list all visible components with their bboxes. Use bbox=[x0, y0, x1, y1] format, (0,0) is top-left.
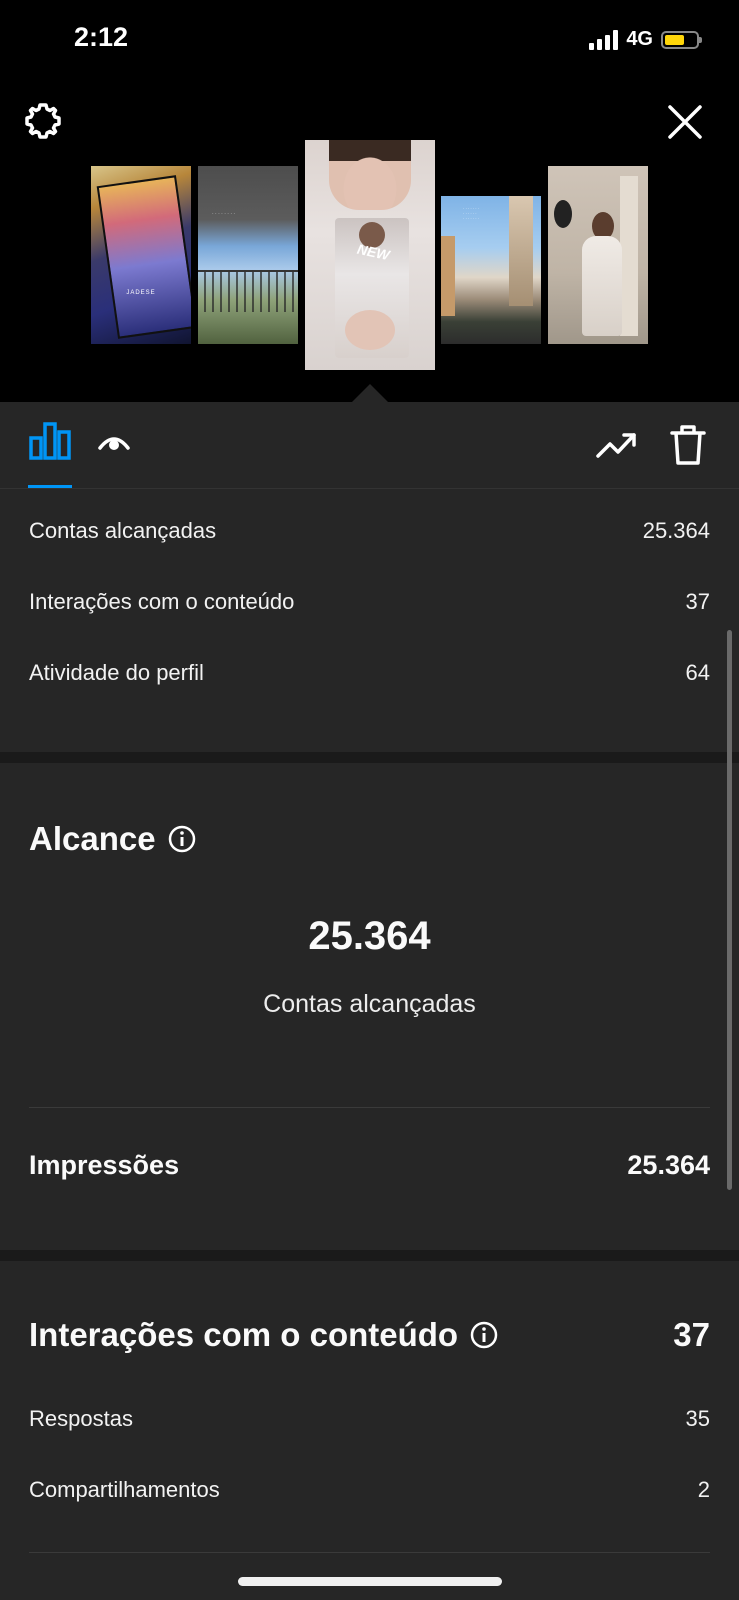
overview-value: 64 bbox=[685, 660, 710, 685]
overview-label: Contas alcançadas bbox=[29, 518, 217, 543]
status-time: 2:12 bbox=[74, 22, 129, 52]
overview-row-content-interactions[interactable]: Interações com o conteúdo 37 bbox=[29, 589, 710, 615]
battery-icon bbox=[661, 30, 702, 49]
story-thumbnail-5[interactable] bbox=[548, 166, 648, 344]
selected-story-pointer bbox=[350, 384, 390, 404]
reach-big-label: Contas alcançadas bbox=[263, 990, 476, 1018]
overview-value: 25.364 bbox=[642, 518, 710, 543]
gear-icon[interactable] bbox=[22, 100, 64, 142]
network-type: 4G bbox=[626, 28, 653, 50]
trash-icon[interactable] bbox=[670, 424, 706, 466]
interactions-row-replies: Respostas 35 bbox=[29, 1406, 710, 1432]
info-icon[interactable] bbox=[168, 825, 196, 853]
overview-row-profile-activity[interactable]: Atividade do perfil 64 bbox=[29, 660, 710, 686]
separator bbox=[29, 1107, 710, 1108]
reach-big-value: 25.364 bbox=[308, 914, 431, 958]
reach-title: Alcance bbox=[29, 820, 156, 857]
impressions-value: 25.364 bbox=[627, 1150, 710, 1180]
eye-icon[interactable] bbox=[98, 432, 130, 454]
interaction-label: Respostas bbox=[29, 1406, 133, 1431]
story-thumbnail-4[interactable]: · · · · · · · · · · · · · · · · · · · · bbox=[441, 196, 541, 344]
close-icon[interactable] bbox=[667, 104, 703, 140]
story-thumbnail-3-selected[interactable]: NEW bbox=[305, 140, 435, 370]
interactions-row-shares: Compartilhamentos 2 bbox=[29, 1477, 710, 1503]
story-thumbnail-1[interactable]: JADESE bbox=[91, 166, 191, 344]
separator bbox=[29, 1552, 710, 1553]
overview-label: Interações com o conteúdo bbox=[29, 589, 295, 614]
info-icon[interactable] bbox=[470, 1321, 498, 1349]
trending-up-icon[interactable] bbox=[596, 430, 638, 460]
interaction-value: 35 bbox=[685, 1406, 710, 1431]
reach-heading: Alcance bbox=[29, 820, 196, 858]
impressions-row: Impressões 25.364 bbox=[29, 1150, 710, 1181]
interaction-label: Compartilhamentos bbox=[29, 1477, 220, 1502]
story-thumbnail-2[interactable]: · · · · · · · · bbox=[198, 166, 298, 344]
interactions-title: Interações com o conteúdo bbox=[29, 1316, 459, 1353]
interactions-total: 37 bbox=[673, 1316, 710, 1353]
story-preview-header: 2:12 4G JADESE · · · · · · · · NEW · · ·… bbox=[0, 0, 739, 404]
signal-icon bbox=[589, 29, 619, 50]
status-indicators: 4G bbox=[589, 28, 702, 51]
section-divider bbox=[0, 752, 739, 763]
interactions-heading: Interações com o conteúdo bbox=[29, 1316, 498, 1354]
interaction-value: 2 bbox=[697, 1477, 710, 1502]
overview-label: Atividade do perfil bbox=[29, 660, 204, 685]
impressions-label: Impressões bbox=[29, 1150, 180, 1180]
overview-row-accounts-reached[interactable]: Contas alcançadas 25.364 bbox=[29, 518, 710, 544]
overview-value: 37 bbox=[685, 589, 710, 614]
home-indicator[interactable] bbox=[238, 1577, 502, 1586]
bar-chart-icon[interactable] bbox=[29, 422, 71, 460]
active-tab-indicator bbox=[28, 485, 72, 488]
scrollbar[interactable] bbox=[727, 630, 732, 1190]
section-divider bbox=[0, 1250, 739, 1261]
